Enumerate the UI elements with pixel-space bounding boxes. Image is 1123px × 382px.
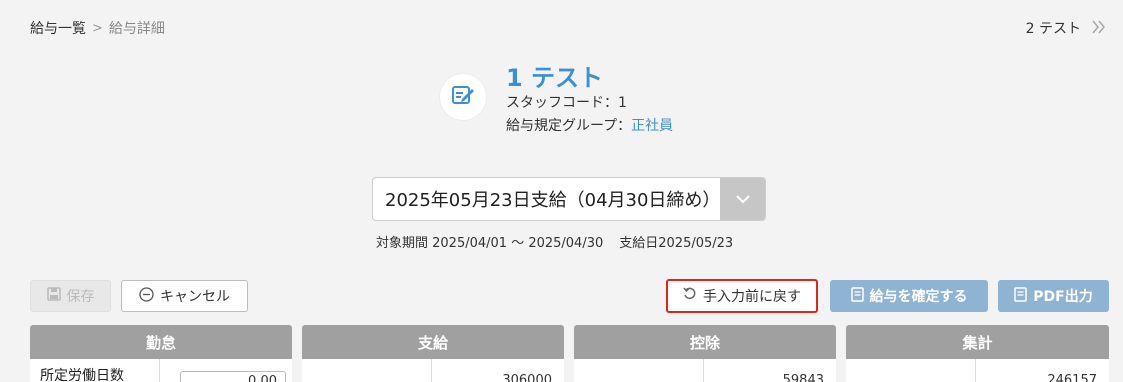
document-icon: [1014, 286, 1028, 306]
confirm-label: 給与を確定する: [869, 289, 968, 305]
pay-group-link[interactable]: 正社員: [631, 118, 673, 134]
deduction-total-value: 59843: [782, 373, 824, 382]
breadcrumb: 給与一覧 > 給与詳細: [30, 18, 165, 38]
pay-period-select[interactable]: 2025年05月23日支給（04月30日締め）: [372, 177, 766, 221]
next-staff-label: 2 テスト: [1025, 21, 1081, 37]
cancel-label: キャンセル: [160, 289, 230, 305]
pay-period-value: 2025年05月23日支給（04月30日締め）: [385, 190, 721, 211]
column-header-summary: 集計: [846, 325, 1109, 359]
deduction-column: 59843: [574, 359, 836, 382]
breadcrumb-separator: >: [92, 20, 103, 36]
summary-total-value: 246157: [1047, 373, 1097, 382]
column-header-attendance: 勤怠: [30, 325, 292, 359]
payment-label-cell: [302, 359, 432, 382]
summary-label-cell: [846, 359, 976, 382]
edit-document-icon: [450, 82, 476, 112]
breadcrumb-payroll-list[interactable]: 給与一覧: [30, 18, 86, 38]
breadcrumb-current: 給与詳細: [108, 21, 165, 37]
deduction-label-cell: [574, 359, 704, 382]
column-header-deduction: 控除: [574, 325, 836, 359]
double-chevron-right-icon: [1091, 19, 1107, 38]
confirm-payroll-button[interactable]: 給与を確定する: [830, 280, 988, 312]
minus-circle-icon: [139, 286, 154, 306]
summary-column: 246157: [846, 359, 1109, 382]
column-header-payment: 支給: [302, 325, 564, 359]
next-staff-link[interactable]: 2 テスト: [1026, 18, 1107, 38]
attendance-column: 所定労働日数 0.00: [30, 359, 292, 382]
staff-name: 1 テスト: [506, 64, 604, 92]
save-label: 保存: [66, 289, 95, 305]
staff-profile: 1 テスト スタッフコード：1 給与規定グループ：正社員: [440, 64, 673, 138]
save-button[interactable]: 保存: [30, 280, 111, 312]
staff-code: スタッフコード：1: [506, 95, 627, 111]
avatar: [440, 74, 486, 120]
pay-group-line: 給与規定グループ：正社員: [506, 115, 673, 138]
pdf-export-button[interactable]: PDF出力: [998, 280, 1109, 312]
scheduled-workdays-label: 所定労働日数: [40, 368, 124, 382]
revert-label: 手入力前に戻す: [703, 289, 801, 305]
pay-group-label: 給与規定グループ：: [506, 118, 632, 134]
pay-date: 支給日2025/05/23: [619, 236, 734, 251]
target-period: 対象期間 2025/04/01 〜 2025/04/30: [376, 236, 604, 251]
undo-icon: [683, 287, 697, 305]
cancel-button[interactable]: キャンセル: [121, 280, 248, 312]
pdf-label: PDF出力: [1033, 289, 1093, 305]
payment-total-value: 306000: [502, 373, 552, 382]
chevron-down-icon[interactable]: [720, 178, 765, 220]
revert-manual-input-button[interactable]: 手入力前に戻す: [666, 279, 818, 313]
document-icon: [850, 286, 864, 306]
scheduled-workdays-input[interactable]: 0.00: [180, 371, 286, 382]
period-info: 対象期間 2025/04/01 〜 2025/04/30 支給日2025/05/…: [376, 232, 733, 251]
payment-column: 306000: [302, 359, 564, 382]
floppy-disk-icon: [46, 287, 61, 305]
